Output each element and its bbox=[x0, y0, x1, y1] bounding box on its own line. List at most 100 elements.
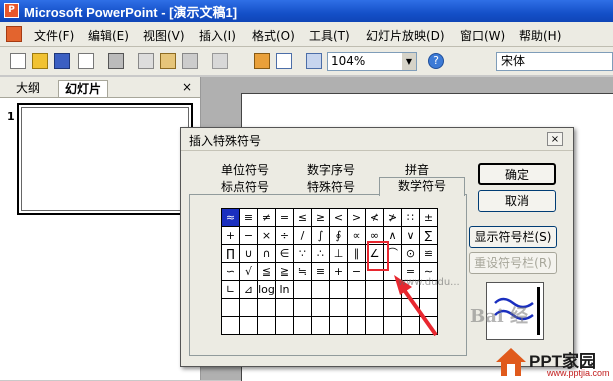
show-symbol-bar-button[interactable]: 显示符号栏(S) bbox=[469, 226, 557, 248]
symbol-cell[interactable] bbox=[311, 280, 330, 299]
symbol-cell[interactable]: / bbox=[293, 226, 312, 245]
insert-table-icon[interactable] bbox=[276, 53, 292, 69]
zoom-select[interactable]: 104% ▼ bbox=[327, 52, 417, 71]
symbol-cell[interactable] bbox=[257, 298, 276, 317]
show-grid-icon[interactable] bbox=[306, 53, 322, 69]
copy-icon[interactable] bbox=[138, 53, 154, 69]
symbol-cell[interactable]: ⊙ bbox=[401, 244, 420, 263]
symbol-cell[interactable]: ∴ bbox=[311, 244, 330, 263]
symbol-cell[interactable] bbox=[347, 280, 366, 299]
symbol-cell[interactable]: + bbox=[221, 226, 240, 245]
symbol-cell[interactable]: ∷ bbox=[401, 208, 420, 227]
tab-outline[interactable]: 大纲 bbox=[10, 80, 46, 96]
symbol-cell[interactable]: ≤ bbox=[293, 208, 312, 227]
symbol-cell[interactable]: ∏ bbox=[221, 244, 240, 263]
tab-math-symbols[interactable]: 数学符号 bbox=[379, 177, 465, 196]
symbol-cell[interactable]: ∈ bbox=[275, 244, 294, 263]
format-painter-icon[interactable] bbox=[182, 53, 198, 69]
symbol-cell[interactable]: ∽ bbox=[221, 262, 240, 281]
tab-number-symbols[interactable]: 数字序号 bbox=[293, 162, 369, 178]
symbol-cell[interactable]: > bbox=[347, 208, 366, 227]
symbol-cell[interactable]: − bbox=[239, 226, 258, 245]
pane-close-icon[interactable]: × bbox=[182, 80, 192, 94]
new-file-icon[interactable] bbox=[10, 53, 26, 69]
symbol-cell[interactable] bbox=[239, 298, 258, 317]
symbol-cell[interactable]: ∥ bbox=[347, 244, 366, 263]
symbol-cell[interactable]: ⊿ bbox=[239, 280, 258, 299]
menu-file[interactable]: 文件(F) bbox=[34, 27, 74, 44]
symbol-cell[interactable]: ∝ bbox=[347, 226, 366, 245]
symbol-cell[interactable]: ≮ bbox=[365, 208, 384, 227]
paste-icon[interactable] bbox=[160, 53, 176, 69]
symbol-cell[interactable]: ÷ bbox=[275, 226, 294, 245]
symbol-cell[interactable]: ⊥ bbox=[329, 244, 348, 263]
symbol-cell[interactable] bbox=[221, 298, 240, 317]
cancel-button[interactable]: 取消 bbox=[478, 190, 556, 212]
insert-chart-icon[interactable] bbox=[254, 53, 270, 69]
symbol-cell[interactable] bbox=[293, 280, 312, 299]
symbol-cell[interactable]: ∪ bbox=[239, 244, 258, 263]
menu-help[interactable]: 帮助(H) bbox=[519, 27, 561, 44]
symbol-cell[interactable] bbox=[221, 316, 240, 335]
tab-punctuation[interactable]: 标点符号 bbox=[207, 179, 283, 195]
menu-format[interactable]: 格式(O) bbox=[252, 27, 295, 44]
symbol-cell[interactable]: × bbox=[257, 226, 276, 245]
tab-special-symbols[interactable]: 特殊符号 bbox=[293, 179, 369, 195]
symbol-cell[interactable]: ≧ bbox=[275, 262, 294, 281]
symbol-cell[interactable]: log bbox=[257, 280, 276, 299]
symbol-cell[interactable]: ∨ bbox=[401, 226, 420, 245]
symbol-cell[interactable]: √ bbox=[239, 262, 258, 281]
font-select[interactable]: 宋体 bbox=[496, 52, 613, 71]
symbol-cell[interactable] bbox=[293, 316, 312, 335]
symbol-cell[interactable]: ≥ bbox=[311, 208, 330, 227]
permission-icon[interactable] bbox=[78, 53, 94, 69]
symbol-cell[interactable]: ∫ bbox=[311, 226, 330, 245]
dialog-close-icon[interactable]: × bbox=[547, 132, 563, 146]
symbol-cell[interactable]: ∵ bbox=[293, 244, 312, 263]
symbol-cell[interactable]: ≠ bbox=[257, 208, 276, 227]
menu-view[interactable]: 视图(V) bbox=[143, 27, 185, 44]
symbol-cell[interactable]: ≡ bbox=[239, 208, 258, 227]
document-icon[interactable] bbox=[6, 26, 22, 42]
menu-insert[interactable]: 插入(I) bbox=[199, 27, 236, 44]
menu-tools[interactable]: 工具(T) bbox=[309, 27, 350, 44]
symbol-cell[interactable]: ≡ bbox=[311, 262, 330, 281]
print-icon[interactable] bbox=[108, 53, 124, 69]
symbol-cell[interactable]: = bbox=[275, 208, 294, 227]
symbol-cell[interactable]: < bbox=[329, 208, 348, 227]
symbol-cell[interactable]: ∮ bbox=[329, 226, 348, 245]
symbol-cell[interactable] bbox=[275, 298, 294, 317]
symbol-cell[interactable]: ∑ bbox=[419, 226, 438, 245]
menu-window[interactable]: 窗口(W) bbox=[460, 27, 505, 44]
symbol-cell[interactable] bbox=[257, 316, 276, 335]
menu-slideshow[interactable]: 幻灯片放映(D) bbox=[366, 27, 445, 44]
save-icon[interactable] bbox=[54, 53, 70, 69]
symbol-cell[interactable] bbox=[293, 298, 312, 317]
open-folder-icon[interactable] bbox=[32, 53, 48, 69]
symbol-cell[interactable] bbox=[329, 280, 348, 299]
symbol-cell[interactable]: ± bbox=[419, 208, 438, 227]
zoom-dropdown-icon[interactable]: ▼ bbox=[402, 53, 416, 70]
tab-unit-symbols[interactable]: 单位符号 bbox=[207, 162, 283, 178]
symbol-cell[interactable]: ≈ bbox=[221, 208, 240, 227]
symbol-cell[interactable]: ∩ bbox=[257, 244, 276, 263]
symbol-cell[interactable]: ≯ bbox=[383, 208, 402, 227]
symbol-cell[interactable] bbox=[347, 298, 366, 317]
symbol-cell[interactable] bbox=[275, 316, 294, 335]
symbol-cell[interactable] bbox=[311, 316, 330, 335]
symbol-cell[interactable]: ∟ bbox=[221, 280, 240, 299]
symbol-cell[interactable]: ≦ bbox=[257, 262, 276, 281]
symbol-cell[interactable] bbox=[329, 316, 348, 335]
menu-edit[interactable]: 编辑(E) bbox=[88, 27, 129, 44]
symbol-cell[interactable] bbox=[347, 316, 366, 335]
symbol-cell[interactable]: ln bbox=[275, 280, 294, 299]
undo-icon[interactable] bbox=[212, 53, 228, 69]
symbol-cell[interactable]: ≒ bbox=[293, 262, 312, 281]
help-icon[interactable]: ? bbox=[428, 53, 444, 69]
symbol-cell[interactable]: ≌ bbox=[419, 244, 438, 263]
slide-thumbnail[interactable] bbox=[17, 103, 193, 215]
reset-symbol-bar-button[interactable]: 重设符号栏(R) bbox=[469, 252, 557, 274]
ok-button[interactable]: 确定 bbox=[478, 163, 556, 185]
symbol-cell[interactable] bbox=[239, 316, 258, 335]
symbol-cell[interactable]: + bbox=[329, 262, 348, 281]
